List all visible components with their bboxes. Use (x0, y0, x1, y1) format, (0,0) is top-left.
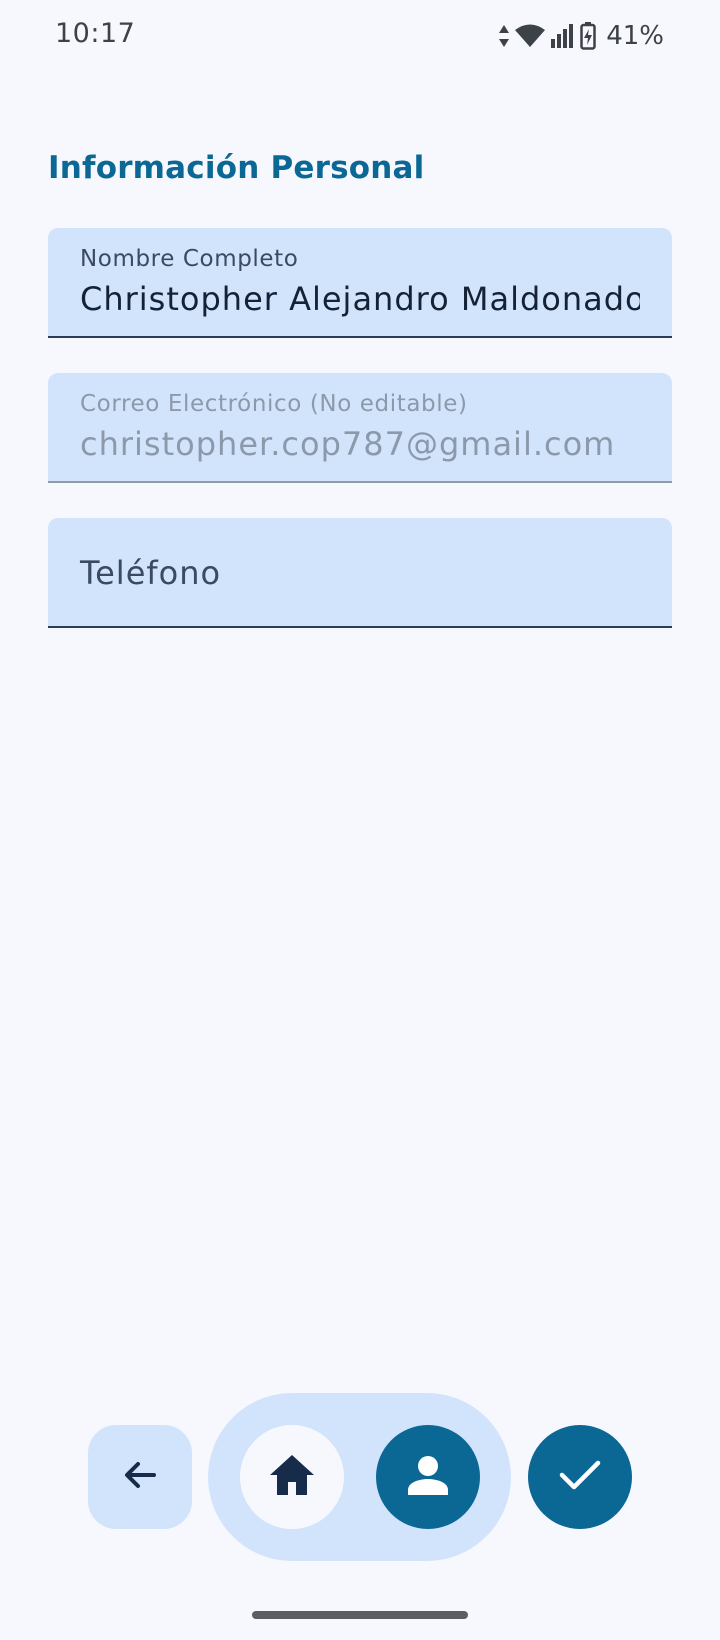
status-icons: 41% (498, 20, 664, 52)
phone-placeholder: Teléfono (80, 554, 222, 592)
wifi-icon (514, 23, 546, 49)
profile-button[interactable] (376, 1425, 480, 1529)
email-label: Correo Electrónico (No editable) (80, 391, 468, 417)
back-button[interactable] (88, 1425, 192, 1529)
check-icon (558, 1457, 602, 1497)
home-icon (268, 1453, 316, 1501)
battery-charging-icon (580, 22, 596, 50)
status-time: 10:17 (55, 18, 136, 49)
signal-icon (550, 23, 576, 49)
data-arrows-icon (498, 23, 510, 49)
email-field: Correo Electrónico (No editable) christo… (48, 373, 672, 483)
full-name-label: Nombre Completo (80, 246, 299, 272)
person-icon (406, 1453, 450, 1501)
full-name-value[interactable]: Christopher Alejandro Maldonado (80, 280, 640, 318)
gesture-bar[interactable] (252, 1611, 468, 1619)
phone-field[interactable]: Teléfono (48, 518, 672, 628)
home-button[interactable] (240, 1425, 344, 1529)
back-arrow-icon (120, 1455, 160, 1499)
confirm-button[interactable] (528, 1425, 632, 1529)
full-name-field[interactable]: Nombre Completo Christopher Alejandro Ma… (48, 228, 672, 338)
status-bar: 10:17 41% (0, 0, 720, 72)
email-value: christopher.cop787@gmail.com (80, 425, 616, 463)
section-title: Información Personal (48, 150, 425, 186)
battery-percent: 41% (606, 21, 664, 51)
